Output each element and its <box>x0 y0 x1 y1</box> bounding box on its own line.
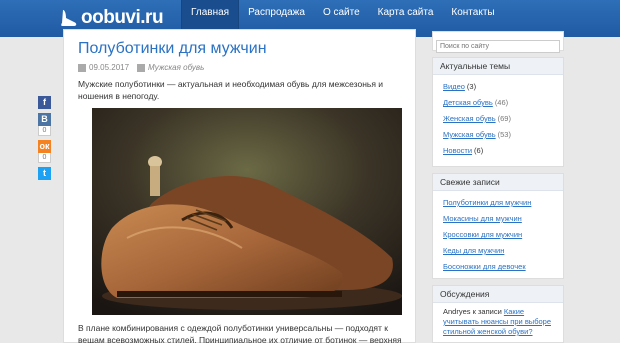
list-item: Кеды для мужчин <box>443 243 563 259</box>
list-item: Видео (3) <box>443 79 563 95</box>
widget-title: Актуальные темы <box>433 58 563 75</box>
recent-posts-list: Полуботинки для мужчин Мокасины для мужч… <box>433 191 563 275</box>
discussions-widget: Обсуждения Andryes к записи Какие учитыв… <box>432 285 564 343</box>
recent-post-link[interactable]: Кеды для мужчин <box>443 243 504 259</box>
recent-posts-widget: Свежие записи Полуботинки для мужчин Мок… <box>432 173 564 279</box>
widget-title: Свежие записи <box>433 174 563 191</box>
widget-title: Обсуждения <box>433 286 563 303</box>
topic-link[interactable]: Женская обувь <box>443 111 496 127</box>
share-vk-button[interactable]: В 0 <box>38 113 51 136</box>
recent-post-link[interactable]: Кроссовки для мужчин <box>443 227 522 243</box>
list-item: Кроссовки для мужчин <box>443 227 563 243</box>
topic-link[interactable]: Новости <box>443 143 472 159</box>
logo-text: oobuvi.ru <box>81 7 164 28</box>
twitter-icon: t <box>38 167 51 180</box>
topic-count: (6) <box>474 146 484 155</box>
topic-link[interactable]: Видео <box>443 79 465 95</box>
topic-count: (53) <box>497 130 511 139</box>
topic-link[interactable]: Мужская обувь <box>443 127 496 143</box>
list-item: Мужская обувь (53) <box>443 127 563 143</box>
post-meta: 09.05.2017 Мужская обувь <box>78 63 204 72</box>
share-count: 0 <box>38 153 51 163</box>
post-excerpt: Мужские полуботинки — актуальная и необх… <box>78 79 384 101</box>
topics-widget: Актуальные темы Видео (3) Детская обувь (4… <box>432 57 564 167</box>
recent-post-link[interactable]: Мокасины для мужчин <box>443 211 522 227</box>
list-item: Детская обувь (46) <box>443 95 563 111</box>
post-category[interactable]: Мужская обувь <box>148 63 204 72</box>
post-title[interactable]: Полуботинки для мужчин <box>78 40 267 58</box>
odnoklassniki-icon: ок <box>38 140 51 153</box>
recent-post-link[interactable]: Полуботинки для мужчин <box>443 195 531 211</box>
search-input[interactable] <box>436 40 560 53</box>
comment-preposition: к записи <box>472 307 502 316</box>
share-facebook-button[interactable]: f <box>38 96 51 109</box>
topics-list: Видео (3) Детская обувь (46) Женская обувь… <box>433 75 563 159</box>
topic-count: (69) <box>497 114 511 123</box>
list-item: Женская обувь (69) <box>443 111 563 127</box>
recent-post-link[interactable]: Босоножки для девочек <box>443 259 526 275</box>
post-body: В плане комбинирования с одеждой полубот… <box>78 323 402 343</box>
facebook-icon: f <box>38 96 51 109</box>
site-logo[interactable]: oobuvi.ru <box>60 4 164 32</box>
list-item: Полуботинки для мужчин <box>443 195 563 211</box>
post-date: 09.05.2017 <box>89 63 130 72</box>
vk-icon: В <box>38 113 51 126</box>
shoe-logo-icon <box>60 8 78 28</box>
post-article: Полуботинки для мужчин 09.05.2017 Мужска… <box>63 29 416 343</box>
discussion-item: Andryes к записи Какие учитывать нюансы … <box>433 303 563 337</box>
topic-link[interactable]: Детская обувь <box>443 95 493 111</box>
list-item: Босоножки для девочек <box>443 259 563 275</box>
list-item: Новости (6) <box>443 143 563 159</box>
shoes-photo <box>92 108 402 315</box>
folder-icon <box>137 63 146 72</box>
share-bar: f В 0 ок 0 t <box>38 96 51 184</box>
share-twitter-button[interactable]: t <box>38 167 51 180</box>
calendar-icon <box>78 63 86 72</box>
topic-count: (46) <box>494 98 509 107</box>
search-widget <box>432 31 564 53</box>
list-item: Мокасины для мужчин <box>443 211 563 227</box>
comment-author: Andryes <box>443 307 471 316</box>
share-count: 0 <box>38 126 51 136</box>
share-ok-button[interactable]: ок 0 <box>38 140 51 163</box>
topic-count: (3) <box>466 82 477 91</box>
